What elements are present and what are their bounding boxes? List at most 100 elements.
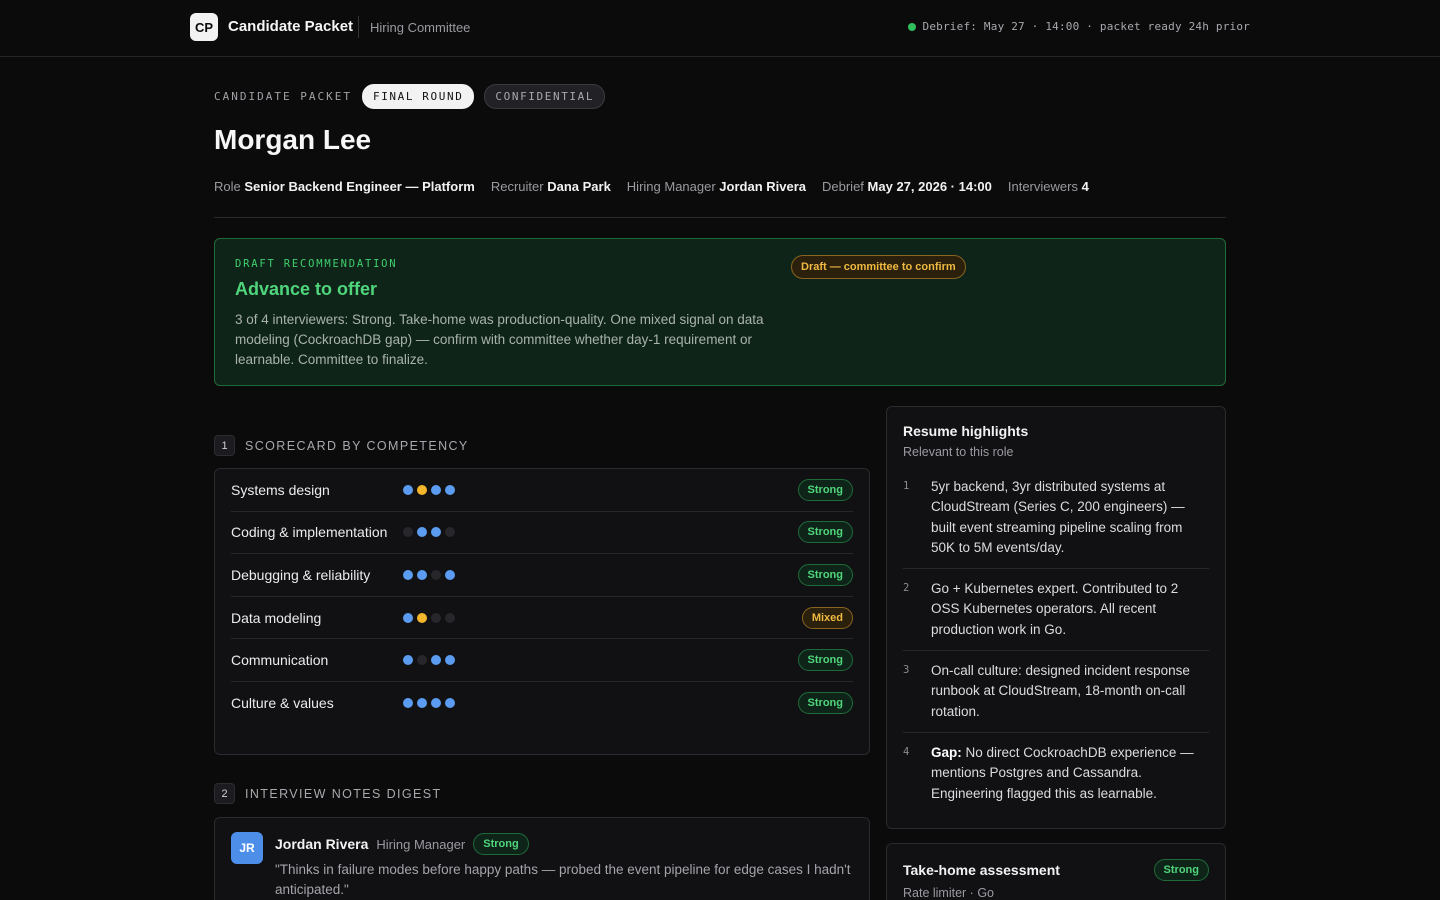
rating-badge: Strong xyxy=(1153,859,1209,881)
notes-heading: 2 INTERVIEW NOTES DIGEST xyxy=(214,783,442,804)
avatar: JR xyxy=(231,832,263,864)
rec-title: Advance to offer xyxy=(235,279,378,299)
competency-label: Culture & values xyxy=(231,695,334,712)
interviewer-dot-icon xyxy=(431,484,441,495)
divider xyxy=(358,16,359,38)
scorecard-card: Systems design Strong Coding & implementat… xyxy=(214,468,870,755)
interviewer-dot-icon xyxy=(431,698,441,709)
competency-label: Coding & implementation xyxy=(231,524,388,541)
meta-interviewers: Interviewers 4 xyxy=(1007,179,1089,194)
status-dot-icon xyxy=(907,22,916,31)
interviewer-dot-icon xyxy=(417,527,427,538)
meta-debrief: Debrief May 27, 2026 · 14:00 xyxy=(822,179,992,194)
confidential-tag: CONFIDENTIAL xyxy=(484,84,606,109)
interviewer-dot-icon xyxy=(403,612,413,623)
interviewer-dot-icon xyxy=(417,612,427,623)
takehome-card: Take-home assessment Rate limiter · Go S… xyxy=(886,843,1226,900)
scorecard-row: Systems design Strong xyxy=(231,469,853,512)
interviewer-dot-icon xyxy=(403,569,413,580)
interviewer-dot-icon xyxy=(431,527,441,538)
interviewer-dot-icon xyxy=(445,484,455,495)
competency-label: Communication xyxy=(231,652,329,669)
rating-dots xyxy=(403,655,455,666)
meta-hiring-manager: Hiring Manager Jordan Rivera xyxy=(626,179,806,194)
resume-item-text: 5yr backend, 3yr distributed systems at … xyxy=(931,477,1209,558)
app-logo: CP xyxy=(190,13,218,41)
resume-item-text: Gap: No direct CockroachDB experience — … xyxy=(931,743,1209,804)
resume-item: 4 Gap: No direct CockroachDB experience —… xyxy=(903,743,1209,814)
resume-list: 1 5yr backend, 3yr distributed systems at… xyxy=(903,477,1209,814)
header-eyebrow: CANDIDATE PACKET FINAL ROUND CONFIDENTIA… xyxy=(214,84,606,109)
candidate-name: Morgan Lee xyxy=(214,124,372,155)
resume-item: 2 Go + Kubernetes expert. Contributed to … xyxy=(903,579,1209,652)
status-text: Debrief: May 27 · 14:00 · packet ready 2… xyxy=(922,20,1250,33)
resume-item-flag: Gap: xyxy=(931,744,962,760)
resume-highlights-card: Resume highlights Relevant to this role … xyxy=(886,406,1226,829)
rec-body: 3 of 4 interviewers: Strong. Take-home w… xyxy=(235,312,764,367)
rating-badge: Strong xyxy=(473,833,529,855)
section-number: 1 xyxy=(214,435,235,456)
meta-role: Role Senior Backend Engineer — Platform xyxy=(214,179,475,194)
interviewer-dot-icon xyxy=(445,655,455,666)
rating-dots xyxy=(403,569,455,580)
resume-item-number: 1 xyxy=(903,480,910,492)
resume-item-number: 2 xyxy=(903,582,910,595)
rating-dots xyxy=(403,484,455,495)
resume-item: 3 On-call culture: designed incident resp… xyxy=(903,661,1209,733)
resume-item-number: 4 xyxy=(903,745,910,758)
takehome-subtitle: Rate limiter · Go xyxy=(903,886,994,900)
resume-item-number: 3 xyxy=(903,664,910,677)
section-title: SCORECARD BY COMPETENCY xyxy=(245,438,469,453)
resume-item-body: 5yr backend, 3yr distributed systems at … xyxy=(931,479,1185,555)
meta-recruiter: Recruiter Dana Park xyxy=(490,179,611,194)
resume-item-body: On-call culture: designed incident respo… xyxy=(931,663,1190,719)
interviewer-dot-icon xyxy=(417,569,427,580)
rec-eyebrow: DRAFT RECOMMENDATION xyxy=(235,258,398,270)
scorecard-row: Culture & values Strong xyxy=(231,682,853,725)
rating-dots xyxy=(403,612,455,623)
interviewer-dot-icon xyxy=(445,527,455,538)
resume-title: Resume highlights xyxy=(903,423,1029,439)
interviewer-dot-icon xyxy=(403,527,413,538)
interviewer-dot-icon xyxy=(445,569,455,580)
interviewer-dot-icon xyxy=(417,698,427,709)
scorecard-row: Data modeling Mixed xyxy=(231,597,853,640)
scorecard-row: Communication Strong xyxy=(231,639,853,682)
rating-badge: Strong xyxy=(797,521,853,544)
candidate-meta: Role Senior Backend Engineer — Platform … xyxy=(214,179,1089,194)
resume-item-body: No direct CockroachDB experience — menti… xyxy=(931,744,1194,801)
competency-label: Data modeling xyxy=(231,609,322,626)
final-round-tag: FINAL ROUND xyxy=(361,84,475,109)
app-subtitle: Hiring Committee xyxy=(370,20,471,35)
rating-badge: Strong xyxy=(797,649,853,672)
resume-item-text: Go + Kubernetes expert. Contributed to 2… xyxy=(931,579,1209,640)
top-bar: CP Candidate Packet Hiring Committee Deb… xyxy=(0,0,1440,57)
interviewer-dot-icon xyxy=(445,612,455,623)
section-title: INTERVIEW NOTES DIGEST xyxy=(245,786,442,801)
rating-badge: Strong xyxy=(797,563,853,586)
header-divider xyxy=(214,217,1226,218)
note-card: JR Jordan Rivera Hiring Manager Strong "… xyxy=(214,817,870,900)
rating-badge: Strong xyxy=(797,478,853,501)
resume-item-body: Go + Kubernetes expert. Contributed to 2… xyxy=(931,581,1179,637)
debrief-status: Debrief: May 27 · 14:00 · packet ready 2… xyxy=(907,20,1250,33)
rating-dots xyxy=(403,698,455,709)
competency-label: Systems design xyxy=(231,481,330,498)
resume-subtitle: Relevant to this role xyxy=(903,445,1014,459)
note-header: Jordan Rivera Hiring Manager Strong xyxy=(275,833,529,855)
interviewer-dot-icon xyxy=(431,569,441,580)
interviewer-dot-icon xyxy=(403,655,413,666)
interviewer-dot-icon xyxy=(403,484,413,495)
scorecard-row: Debugging & reliability Strong xyxy=(231,554,853,597)
interviewer-dot-icon xyxy=(431,612,441,623)
resume-item: 1 5yr backend, 3yr distributed systems at… xyxy=(903,477,1209,570)
eyebrow-label: CANDIDATE PACKET xyxy=(214,90,352,103)
app-title: Candidate Packet xyxy=(228,18,354,35)
recommendation-panel: DRAFT RECOMMENDATION Advance to offer 3 … xyxy=(214,238,1226,386)
rating-badge: Strong xyxy=(797,692,853,715)
note-quote: "Thinks in failure modes before happy pa… xyxy=(275,862,851,897)
resume-item-text: On-call culture: designed incident respo… xyxy=(931,661,1209,722)
interviewer-dot-icon xyxy=(417,484,427,495)
interviewer-name: Jordan Rivera xyxy=(275,836,369,852)
interviewer-dot-icon xyxy=(431,655,441,666)
